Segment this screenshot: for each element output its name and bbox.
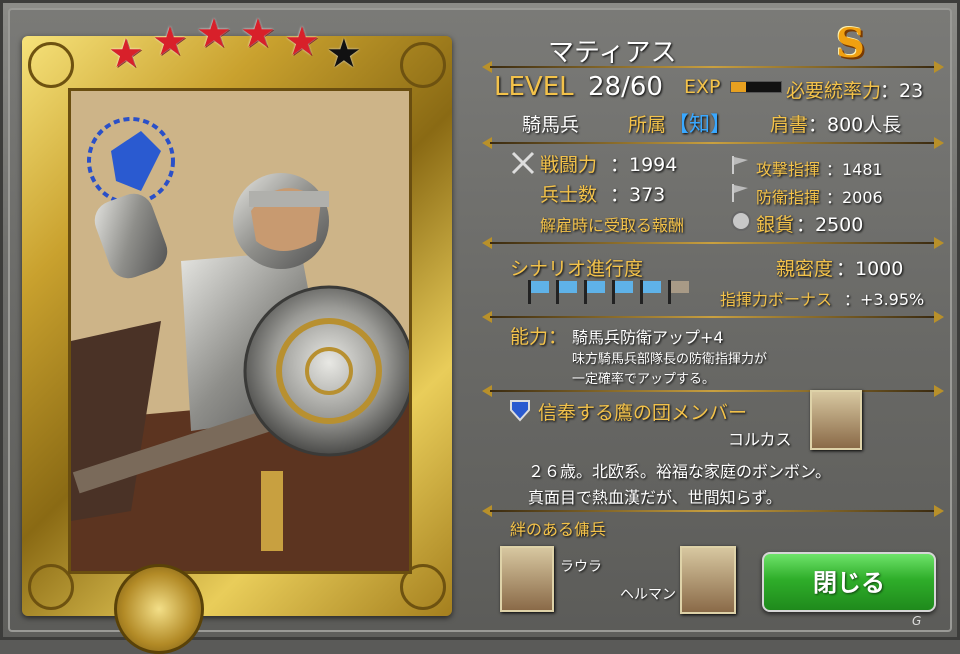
bio-line2: 真面目で熱血漢だが、世間知らず。 xyxy=(528,488,782,507)
silver-value: ：2500 xyxy=(796,214,864,236)
rarity-star-filled: ★ xyxy=(108,31,144,77)
faction-member-name: コルカス xyxy=(728,430,792,449)
divider xyxy=(482,137,944,149)
ability-desc-line2: 一定確率でアップする。 xyxy=(572,372,716,387)
unit-artwork xyxy=(68,88,412,574)
exp-label: EXP xyxy=(684,76,721,98)
scenario-flag-complete xyxy=(556,280,578,304)
divider xyxy=(482,385,944,397)
rarity-star-empty: ★ xyxy=(326,31,362,77)
unit-class: 騎馬兵 xyxy=(522,114,580,136)
silver-coin-icon xyxy=(731,211,751,231)
bond-member-portrait[interactable] xyxy=(500,546,554,612)
scenario-flag-incomplete xyxy=(668,280,690,304)
faction-shield-icon xyxy=(510,400,530,422)
faction-member-portrait[interactable] xyxy=(810,390,862,450)
attack-cmd-label: 攻撃指揮 xyxy=(756,160,821,179)
affiliation-label: 所属 xyxy=(628,114,667,136)
defense-cmd-label: 防衛指揮 xyxy=(756,188,821,207)
dismiss-reward-label: 解雇時に受取る報酬 xyxy=(540,216,685,235)
title-value: ：800人長 xyxy=(808,114,902,136)
divider xyxy=(482,237,944,249)
ability-name: 騎馬兵防衛アップ+4 xyxy=(572,328,724,347)
scenario-flag-complete xyxy=(612,280,634,304)
scenario-flag-complete xyxy=(528,280,550,304)
exp-bar-fill xyxy=(731,82,746,92)
level-label: LEVEL xyxy=(494,72,574,102)
intimacy-value: ：1000 xyxy=(836,258,904,280)
bonds-label: 絆のある傭兵 xyxy=(510,520,607,539)
soldiers-value: ：373 xyxy=(610,184,666,206)
ability-desc-line1: 味方騎馬兵部隊長の防衛指揮力が xyxy=(572,352,768,367)
rarity-star-filled: ★ xyxy=(284,19,320,65)
bond-member-portrait[interactable] xyxy=(680,546,736,614)
soldiers-label: 兵士数 xyxy=(540,184,598,206)
bond-member-name: ヘルマン xyxy=(620,587,676,603)
bond-member-name: ラウラ xyxy=(560,559,602,575)
command-req-label: 必要統率力 xyxy=(786,80,882,102)
intimacy-label: 親密度 xyxy=(776,258,834,280)
knight-illustration xyxy=(71,91,409,571)
crossed-swords-icon xyxy=(511,151,535,175)
fleur-de-lis-emblem xyxy=(114,564,204,654)
close-button[interactable]: 閉じる xyxy=(762,552,936,612)
rank-badge: S xyxy=(836,20,865,67)
rarity-star-filled: ★ xyxy=(152,19,188,65)
exp-bar xyxy=(730,81,782,93)
ability-label: 能力： xyxy=(510,326,568,348)
attack-cmd-value: ：1481 xyxy=(826,160,883,179)
defense-cmd-value: ：2006 xyxy=(826,188,883,207)
rarity-stars: ★ ★ ★ ★ ★ ★ xyxy=(108,14,368,74)
divider xyxy=(482,61,944,73)
bio-line1: ２６歳。北欧系。裕福な家庭のボンボン。 xyxy=(528,462,832,481)
corner-ornament xyxy=(28,42,74,88)
battle-power-value: ：1994 xyxy=(610,154,678,176)
unit-portrait-card xyxy=(22,36,452,654)
divider xyxy=(482,505,944,517)
divider xyxy=(482,311,944,323)
command-req-value: ：23 xyxy=(880,80,924,102)
scenario-label: シナリオ進行度 xyxy=(510,258,644,280)
corner-ornament xyxy=(400,42,446,88)
rarity-star-filled: ★ xyxy=(196,11,232,57)
affiliation-value: 【知】 xyxy=(668,112,731,136)
watermark: G xyxy=(912,614,922,628)
rarity-star-filled: ★ xyxy=(240,11,276,57)
level-value: 28/60 xyxy=(588,72,663,102)
scenario-flag-complete xyxy=(640,280,662,304)
silver-label: 銀貨 xyxy=(756,214,795,236)
faction-name: 信奉する鷹の団メンバー xyxy=(538,402,748,424)
title-label: 肩書 xyxy=(770,114,809,136)
flag-icon xyxy=(732,156,748,174)
scenario-flag-complete xyxy=(584,280,606,304)
command-bonus-value: ：+3.95% xyxy=(844,290,925,309)
flag-icon xyxy=(732,184,748,202)
battle-power-label: 戦闘力 xyxy=(540,154,598,176)
command-bonus-label: 指揮力ボーナス xyxy=(720,290,833,309)
